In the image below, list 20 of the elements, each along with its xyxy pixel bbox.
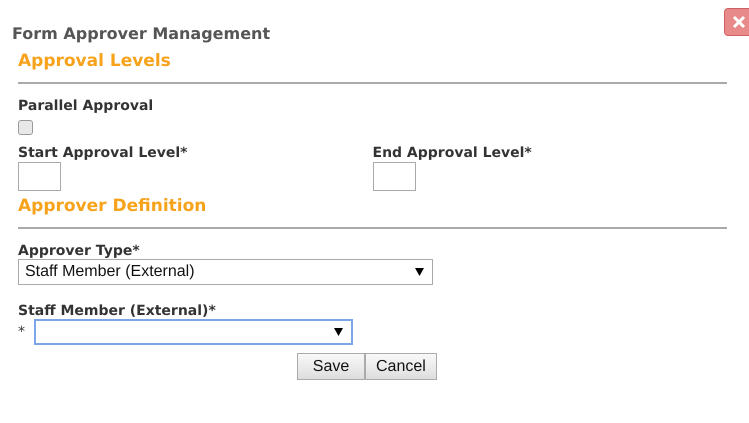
dropdown[interactable]: Staff Member (External) (18, 259, 433, 285)
dialog-button[interactable]: Cancel (365, 353, 437, 380)
close-icon (732, 15, 746, 29)
field-label: Staff Member (External)* (18, 303, 217, 319)
checkbox[interactable] (18, 120, 33, 135)
section-heading: Approval Levels (18, 51, 172, 73)
dropdown[interactable] (34, 319, 353, 345)
field-label: Approver Type* (18, 243, 141, 259)
field-label: End Approval Level* (372, 145, 533, 161)
input-field[interactable] (372, 162, 416, 191)
field-label: Parallel Approval (18, 98, 154, 114)
caret-icon (415, 268, 424, 276)
close-button[interactable] (724, 8, 749, 36)
input-field[interactable] (18, 162, 61, 191)
dialog-button[interactable]: Save (297, 353, 365, 380)
required-mark: * (18, 324, 26, 340)
section-heading: Approver Definition (18, 196, 208, 218)
caret-icon (334, 328, 343, 336)
field-label: Start Approval Level* (18, 145, 188, 161)
dialog-title: Form Approver Management (12, 24, 272, 45)
